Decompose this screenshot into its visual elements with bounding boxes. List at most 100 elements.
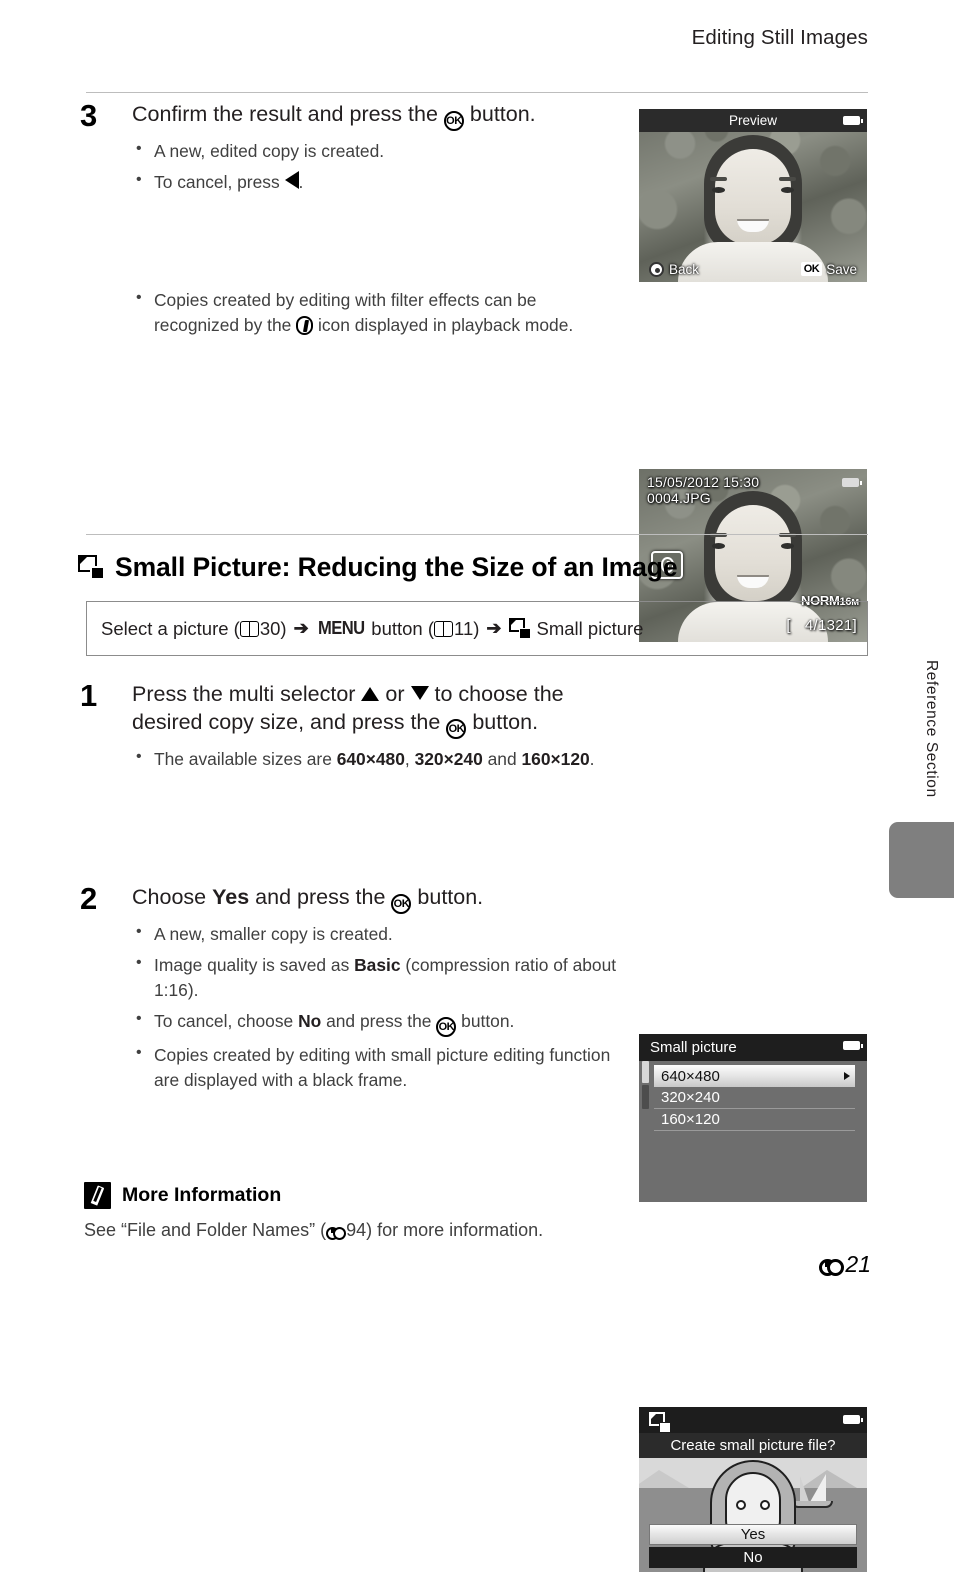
more-information-body: See “File and Folder Names” (94) for mor…	[84, 1220, 543, 1241]
page-reference-icon	[239, 621, 259, 637]
preview-footer: Back OK Save	[639, 256, 867, 282]
divider-section	[86, 534, 868, 535]
ok-chip-icon: OK	[800, 262, 823, 276]
bullet-text-bold: Basic	[354, 954, 401, 975]
bullet-text-post: .	[298, 171, 304, 192]
confirm-no-button[interactable]: No	[649, 1547, 857, 1568]
step-3: 3 Confirm the result and press the OK bu…	[80, 100, 625, 201]
step-2-bullets: A new, smaller copy is created. Image qu…	[132, 921, 625, 1092]
list-item: The available sizes are 640×480, 320×240…	[132, 746, 625, 772]
step-1-title: Press the multi selector or to choose th…	[132, 680, 625, 740]
preview-screen: Preview Back OK Save	[639, 109, 867, 282]
menu-item-label: 640×480	[661, 1067, 720, 1085]
divider-top	[86, 92, 868, 93]
bullet-text: A new, edited copy is created.	[154, 141, 385, 161]
step-1-title-b: or	[385, 682, 405, 706]
menu-item-320x240[interactable]: 320×240	[654, 1087, 855, 1109]
page-header: Editing Still Images	[691, 26, 868, 49]
list-item: A new, edited copy is created.	[132, 138, 625, 164]
size-option-1: 640×480	[336, 749, 405, 770]
reference-section-label: Reference Section	[923, 660, 940, 798]
more-information-title: More Information	[122, 1184, 282, 1206]
ok-button-icon: OK	[391, 894, 412, 914]
list-item: Image quality is saved as Basic (compres…	[132, 952, 625, 1003]
filter-effect-icon	[296, 315, 314, 335]
confirm-top-bar	[639, 1407, 867, 1433]
bullet-text-tail: button.	[461, 1010, 515, 1031]
page-reference-icon	[434, 621, 454, 637]
bullet-text-pre: Image quality is saved as	[154, 954, 350, 975]
note-text-post: icon displayed in playback mode.	[317, 314, 574, 335]
step-1: 1 Press the multi selector or to choose …	[80, 680, 625, 778]
nav-ref-1: 30	[259, 617, 281, 639]
down-arrow-icon	[410, 686, 429, 700]
nav-text-2: )	[280, 617, 287, 639]
nav-text-3: button (	[371, 617, 435, 639]
menu-item-160x120[interactable]: 160×120	[654, 1109, 855, 1131]
bullet-text-pre: To cancel, press	[154, 171, 280, 192]
sizes-end: .	[589, 749, 595, 770]
bullet-text-bold: No	[298, 1010, 322, 1031]
section-title: Small Picture: Reducing the Size of an I…	[115, 552, 678, 582]
page-number: 21	[819, 1251, 871, 1278]
size-sep: ,	[404, 749, 410, 770]
menu-item-label: 320×240	[661, 1089, 720, 1106]
menu-list: 640×480 320×240 160×120	[654, 1065, 855, 1131]
small-picture-icon	[78, 555, 105, 580]
battery-icon	[843, 1041, 863, 1050]
confirm-buttons: Yes No	[649, 1524, 857, 1568]
left-arrow-icon	[284, 170, 299, 189]
more-information-heading: More Information	[84, 1182, 281, 1209]
step-3-number: 3	[80, 98, 98, 133]
menu-item-label: 160×120	[661, 1111, 720, 1128]
preview-title: Preview	[728, 113, 777, 128]
confirm-dialog-screen: Create small picture file? Yes No	[639, 1407, 867, 1572]
arrow-right-icon: ➔	[293, 618, 309, 638]
reference-section-tab	[889, 822, 954, 898]
chevron-right-icon	[844, 1072, 850, 1080]
menu-item-640x480[interactable]: 640×480	[654, 1065, 855, 1087]
step-1-number: 1	[80, 678, 98, 713]
step-3-note: Copies created by editing with filter ef…	[80, 287, 625, 344]
playback-datetime: 15/05/2012 15:30	[647, 474, 760, 490]
ok-button-icon: OK	[436, 1016, 457, 1037]
sizes-and: and	[487, 749, 517, 770]
menu-title: Small picture	[650, 1039, 737, 1056]
list-item: Copies created by editing with filter ef…	[132, 287, 625, 338]
small-picture-menu-screen: Small picture 640×480 320×240 160×120	[639, 1034, 867, 1202]
step-1-bullets: The available sizes are 640×480, 320×240…	[132, 746, 625, 772]
step-2-title: Choose Yes and press the OK button.	[132, 883, 625, 914]
step-3-title: Confirm the result and press the OK butt…	[132, 100, 625, 131]
bullet-text-pre: To cancel, choose	[154, 1010, 294, 1031]
step-1-title-a: Press the multi selector	[132, 682, 356, 706]
confirm-question: Create small picture file?	[639, 1433, 867, 1458]
battery-icon	[842, 478, 862, 487]
bullet-text-post: and press the	[326, 1010, 432, 1031]
playback-filename: 0004.JPG	[647, 490, 711, 506]
size-option-2: 320×240	[414, 749, 483, 770]
ok-button-icon: OK	[446, 719, 467, 740]
back-label[interactable]: Back	[669, 262, 699, 277]
more-info-post: ) for more information.	[366, 1220, 544, 1240]
more-info-ref: 94	[346, 1220, 367, 1240]
menu-scrollbar[interactable]	[642, 1061, 649, 1109]
up-arrow-icon	[361, 687, 380, 701]
step-2-number: 2	[80, 881, 98, 916]
page-number-value: 21	[845, 1251, 871, 1277]
save-label[interactable]: Save	[826, 262, 857, 277]
reference-section-mark-icon	[819, 1258, 845, 1276]
menu-title-bar: Small picture	[639, 1034, 867, 1061]
bullet-text: A new, smaller copy is created.	[154, 924, 393, 944]
battery-icon	[843, 1415, 863, 1424]
size-option-3: 160×120	[521, 749, 590, 770]
step-2-title-a: Choose	[132, 885, 207, 909]
reference-section-mark-icon	[326, 1226, 347, 1240]
small-picture-icon	[649, 1412, 671, 1433]
sailboat-icon	[810, 1474, 826, 1502]
step-3-bullets: A new, edited copy is created. To cancel…	[132, 138, 625, 195]
ok-button-icon: OK	[443, 111, 464, 131]
preview-title-bar: Preview	[639, 109, 867, 132]
pencil-icon	[84, 1182, 111, 1209]
menu-button-label: MENU	[317, 618, 365, 638]
confirm-yes-button[interactable]: Yes	[649, 1524, 857, 1545]
